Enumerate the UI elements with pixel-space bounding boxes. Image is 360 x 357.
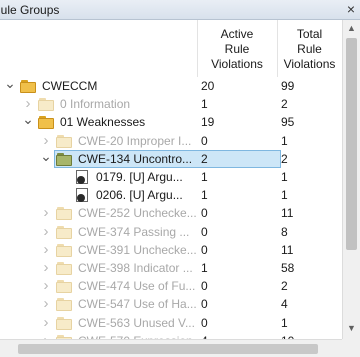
active-violations-value: 0 — [201, 225, 208, 239]
tree-item-label: CWE-391 Unchecke... — [78, 243, 196, 257]
folder-icon — [38, 98, 54, 111]
tree-row[interactable]: 0206. [U] Argu... 1 1 — [0, 186, 342, 204]
vertical-scroll-thumb[interactable] — [346, 38, 357, 250]
folder-icon — [56, 262, 72, 275]
tree-item-label: 0179. [U] Argu... — [96, 170, 183, 184]
total-violations-value: 8 — [281, 225, 288, 239]
active-violations-value: 0 — [201, 206, 208, 220]
total-violations-value: 11 — [281, 206, 294, 220]
panel-title: Rule Groups — [0, 3, 60, 17]
rule-document-icon — [76, 188, 88, 202]
total-violations-value: 1 — [281, 188, 288, 202]
header-active-rule-violations[interactable]: Active Rule Violations — [197, 27, 277, 72]
tree-item-label: CWE-398 Indicator ... — [78, 261, 193, 275]
expand-chevron-down-icon[interactable]: ⌄ — [22, 112, 34, 131]
tree-item-label: CWECCM — [42, 79, 98, 93]
tree-row[interactable]: ⌄ CWE-134 Uncontro... 2 2 — [0, 149, 342, 168]
active-violations-value: 1 — [201, 170, 208, 184]
active-violations-value: 2 — [201, 152, 208, 166]
expand-chevron-right-icon[interactable]: › — [40, 277, 52, 295]
close-icon[interactable]: × — [347, 1, 355, 17]
tree-row[interactable]: ⌄ 01 Weaknesses 19 95 — [0, 112, 342, 131]
horizontal-scrollbar[interactable] — [0, 339, 342, 357]
total-violations-value: 58 — [281, 261, 295, 275]
expand-chevron-right-icon[interactable]: › — [40, 241, 52, 259]
total-violations-value: 1 — [281, 134, 288, 148]
total-violations-value: 1 — [281, 170, 288, 184]
tree-item-label: CWE-20 Improper I... — [78, 134, 192, 148]
horizontal-scroll-thumb[interactable] — [18, 344, 318, 354]
tree-item-label: CWE-547 Use of Ha... — [78, 297, 196, 311]
folder-icon — [38, 116, 54, 129]
folder-icon — [56, 207, 72, 220]
total-violations-value: 1 — [281, 316, 288, 330]
expand-chevron-down-icon[interactable]: ⌄ — [40, 149, 52, 168]
active-violations-value: 20 — [201, 79, 215, 93]
folder-icon — [56, 135, 72, 148]
tree-row[interactable]: › 0 Information 1 2 — [0, 95, 342, 113]
folder-icon — [56, 244, 72, 257]
tree-row[interactable]: › CWE-374 Passing ... 0 8 — [0, 223, 342, 241]
tree-item-label: CWE-252 Unchecke... — [78, 206, 196, 220]
expand-chevron-down-icon[interactable]: ⌄ — [4, 76, 16, 95]
folder-icon — [56, 298, 72, 311]
tree-item-label: CWE-474 Use of Fu... — [78, 279, 196, 293]
total-violations-value: 99 — [281, 79, 295, 93]
tree-row[interactable]: ⌄ CWECCM 20 99 — [0, 76, 342, 95]
folder-icon — [20, 80, 36, 93]
tree-table-header: Active Rule Violations Total Rule Violat… — [0, 20, 342, 77]
expand-chevron-right-icon[interactable]: › — [40, 223, 52, 241]
tree-row[interactable]: › CWE-391 Unchecke... 0 11 — [0, 241, 342, 259]
folder-icon — [56, 317, 72, 330]
tree-item-label: CWE-134 Uncontro... — [78, 152, 193, 166]
tree-row[interactable]: 0179. [U] Argu... 1 1 — [0, 168, 342, 186]
expand-chevron-right-icon[interactable]: › — [40, 314, 52, 332]
panel-titlebar: Rule Groups × — [0, 0, 360, 20]
tree-item-label: 0 Information — [60, 97, 131, 111]
header-total-rule-violations[interactable]: Total Rule Violations — [277, 27, 342, 72]
total-violations-value: 11 — [281, 243, 294, 257]
expand-chevron-right-icon[interactable]: › — [40, 204, 52, 222]
active-violations-value: 0 — [201, 316, 208, 330]
tree-item-label: CWE-563 Unused V... — [78, 316, 195, 330]
active-violations-value: 1 — [201, 188, 208, 202]
tree-item-label: 01 Weaknesses — [60, 115, 146, 129]
active-violations-value: 0 — [201, 297, 208, 311]
total-violations-value: 4 — [281, 297, 288, 311]
scroll-up-icon[interactable]: ▲ — [343, 20, 360, 37]
tree-item-label: 0206. [U] Argu... — [96, 188, 183, 202]
folder-icon — [56, 280, 72, 293]
active-violations-value: 19 — [201, 115, 215, 129]
vertical-scrollbar[interactable]: ▲ ▼ — [342, 20, 360, 357]
total-violations-value: 2 — [281, 279, 288, 293]
rule-document-icon — [76, 170, 88, 184]
tree-row[interactable]: › CWE-474 Use of Fu... 0 2 — [0, 277, 342, 295]
tree-row[interactable]: › CWE-563 Unused V... 0 1 — [0, 314, 342, 332]
folder-icon — [56, 153, 72, 166]
tree-row[interactable]: › CWE-547 Use of Ha... 0 4 — [0, 295, 342, 313]
active-violations-value: 0 — [201, 134, 208, 148]
tree-row[interactable]: › CWE-252 Unchecke... 0 11 — [0, 204, 342, 222]
scroll-down-icon[interactable]: ▼ — [343, 320, 360, 337]
folder-icon — [56, 226, 72, 239]
active-violations-value: 0 — [201, 243, 208, 257]
tree-row[interactable]: › CWE-398 Indicator ... 1 58 — [0, 259, 342, 277]
rule-groups-panel: Active Rule Violations Total Rule Violat… — [0, 20, 360, 357]
active-violations-value: 0 — [201, 279, 208, 293]
expand-chevron-right-icon[interactable]: › — [40, 295, 52, 313]
total-violations-value: 2 — [281, 97, 288, 111]
scrollbar-corner — [342, 339, 360, 357]
total-violations-value: 95 — [281, 115, 295, 129]
expand-chevron-right-icon[interactable]: › — [40, 259, 52, 277]
active-violations-value: 1 — [201, 261, 208, 275]
active-violations-value: 1 — [201, 97, 208, 111]
total-violations-value: 2 — [281, 152, 288, 166]
tree-item-label: CWE-374 Passing ... — [78, 225, 190, 239]
